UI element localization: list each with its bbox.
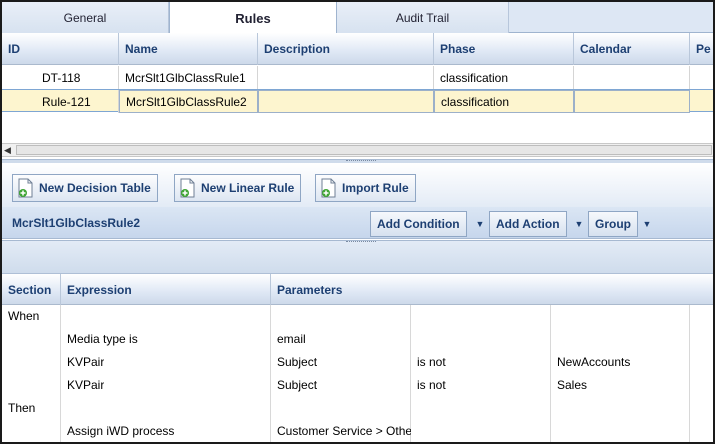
splitter-grip[interactable] [346, 241, 376, 244]
cell-description [258, 66, 434, 89]
cell-id: Rule-121 [2, 90, 119, 113]
expression-cell[interactable]: Assign iWD process [67, 424, 174, 438]
rule-title-bar: McrSlt1GlbClassRule2 Add Condition ▼ Add… [2, 207, 713, 239]
add-action-button[interactable]: Add Action [489, 211, 567, 237]
parameter-cell[interactable]: NewAccounts [557, 355, 630, 369]
rule-toolbar: New Decision Table New Linear Rule Impor… [2, 163, 713, 207]
new-decision-table-label: New Decision Table [39, 181, 151, 195]
add-action-chevron-down-icon[interactable]: ▼ [571, 211, 587, 237]
cell-calendar [574, 90, 690, 113]
cell-description [258, 90, 434, 113]
parameter-cell[interactable]: Subject [277, 355, 317, 369]
horizontal-scrollbar[interactable]: ◀ [2, 143, 713, 157]
new-linear-rule-button[interactable]: New Linear Rule [174, 174, 302, 202]
parameter-cell[interactable]: email [277, 332, 306, 346]
col-section-header[interactable]: Section [2, 274, 61, 305]
col-description-header[interactable]: Description [258, 33, 434, 65]
parameter-cell[interactable]: Sales [557, 378, 587, 392]
expression-cell[interactable]: Media type is [67, 332, 138, 346]
expression-cell[interactable]: KVPair [67, 378, 104, 392]
new-document-icon [180, 178, 195, 198]
tab-audit-trail[interactable]: Audit Trail [337, 2, 509, 33]
new-decision-table-button[interactable]: New Decision Table [12, 174, 158, 202]
cell-id: DT-118 [2, 66, 119, 89]
cell-calendar [574, 66, 690, 89]
col-expression-header[interactable]: Expression [61, 274, 271, 305]
table-row-selected[interactable]: Rule-121 McrSlt1GlbClassRule2 classifica… [2, 89, 713, 113]
add-condition-button[interactable]: Add Condition [370, 211, 467, 237]
group-button[interactable]: Group [588, 211, 638, 237]
col-pe-header[interactable]: Pe [690, 33, 713, 65]
section-column [2, 305, 61, 442]
table-row[interactable]: DT-118 McrSlt1GlbClassRule1 classificati… [2, 66, 713, 89]
expression-grid: When Media type is email KVPair Subject … [2, 305, 713, 442]
cell-phase: classification [434, 66, 574, 89]
add-condition-chevron-down-icon[interactable]: ▼ [472, 211, 488, 237]
col-parameters-header[interactable]: Parameters [271, 274, 713, 305]
import-rule-button[interactable]: Import Rule [315, 174, 416, 202]
param-column-3 [551, 305, 690, 442]
col-name-header[interactable]: Name [119, 33, 258, 65]
scroll-left-icon[interactable]: ◀ [4, 145, 14, 155]
parameter-cell[interactable]: Subject [277, 378, 317, 392]
splitter-band[interactable] [2, 240, 713, 274]
cell-phase: classification [434, 90, 574, 113]
rules-editor-window: General Rules Audit Trail ID Name Descri… [0, 0, 715, 444]
scroll-thumb[interactable] [16, 145, 712, 155]
col-phase-header[interactable]: Phase [434, 33, 574, 65]
param-column-2 [411, 305, 551, 442]
col-id-header[interactable]: ID [2, 33, 119, 65]
expression-grid-header: Section Expression Parameters [2, 274, 713, 305]
group-chevron-down-icon[interactable]: ▼ [639, 211, 655, 237]
import-document-icon [321, 178, 336, 198]
tab-rules[interactable]: Rules [169, 2, 337, 34]
parameter-cell[interactable]: is not [417, 355, 446, 369]
col-calendar-header[interactable]: Calendar [574, 33, 690, 65]
expression-cell[interactable]: KVPair [67, 355, 104, 369]
tab-strip: General Rules Audit Trail [2, 2, 713, 34]
cell-name: McrSlt1GlbClassRule2 [119, 90, 258, 113]
new-linear-rule-label: New Linear Rule [201, 181, 295, 195]
section-then: Then [8, 401, 36, 415]
import-rule-label: Import Rule [342, 181, 409, 195]
rule-title: McrSlt1GlbClassRule2 [12, 216, 141, 230]
section-when: When [8, 309, 40, 323]
cell-name: McrSlt1GlbClassRule1 [119, 66, 258, 89]
rules-grid-header: ID Name Description Phase Calendar Pe [2, 33, 713, 65]
parameter-cell[interactable]: is not [417, 378, 446, 392]
new-document-icon [18, 178, 33, 198]
parameter-cell[interactable]: Customer Service > Othe [277, 424, 411, 438]
tab-general[interactable]: General [2, 2, 169, 33]
